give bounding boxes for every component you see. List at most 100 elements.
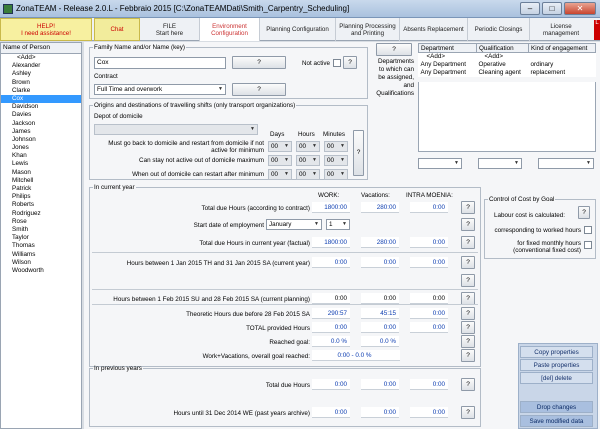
person-list-item[interactable]: Woodworth bbox=[1, 267, 81, 275]
engagement-select[interactable]: ▼ bbox=[538, 158, 594, 169]
travel-row1-hours[interactable]: 00 ▼ bbox=[296, 141, 320, 152]
total-due-intra[interactable]: 0:00 bbox=[410, 202, 448, 213]
provided-vacations[interactable]: 0:00 bbox=[361, 322, 399, 333]
between1-vacations[interactable]: 0:00 bbox=[361, 257, 399, 268]
person-list-item[interactable]: Clarke bbox=[1, 87, 81, 95]
theoretic-vacations[interactable]: 45:15 bbox=[361, 308, 399, 319]
not-active-help-button[interactable]: ? bbox=[343, 56, 357, 69]
department-row[interactable]: Any Department Cleaning agent replacement bbox=[419, 69, 596, 77]
person-list-item[interactable]: Ashley bbox=[1, 70, 81, 78]
tab-help[interactable]: HELP! I need assistance! bbox=[0, 18, 92, 41]
person-list-item[interactable]: Alexander bbox=[1, 62, 81, 70]
travel-row2-minutes[interactable]: 00 ▼ bbox=[324, 155, 348, 166]
prev-total-help-button[interactable]: ? bbox=[461, 378, 475, 391]
person-list-item[interactable]: Mitchell bbox=[1, 177, 81, 185]
provided-intra[interactable]: 0:00 bbox=[410, 322, 448, 333]
person-list-item[interactable]: Khan bbox=[1, 152, 81, 160]
tab-periodic-closings[interactable]: Periodic Closings bbox=[468, 18, 530, 41]
travel-row3-hours[interactable]: 00 ▼ bbox=[296, 169, 320, 180]
person-list-item[interactable]: Williams bbox=[1, 251, 81, 259]
travel-help-button[interactable]: ? bbox=[353, 130, 364, 176]
between1-help-button[interactable]: ? bbox=[461, 256, 475, 269]
person-list-item[interactable]: Patrick bbox=[1, 185, 81, 193]
contract-select[interactable]: Full Time and overwork ▼ bbox=[94, 84, 226, 95]
paste-properties-button[interactable]: Paste properties bbox=[520, 359, 593, 371]
close-button[interactable]: ✕ bbox=[564, 2, 596, 15]
total-due-help-button[interactable]: ? bbox=[461, 201, 475, 214]
theoretic-work[interactable]: 290:57 bbox=[312, 308, 350, 319]
department-row[interactable]: <Add> <Add> bbox=[419, 53, 596, 61]
person-list-item[interactable]: James bbox=[1, 128, 81, 136]
delete-button[interactable]: [del] delete bbox=[520, 372, 593, 384]
person-list-item[interactable]: Wilson bbox=[1, 259, 81, 267]
tab-absents-replacement[interactable]: Absents Replacement bbox=[400, 18, 468, 41]
person-list-item[interactable]: Thomas bbox=[1, 242, 81, 250]
person-list-item[interactable]: Mason bbox=[1, 169, 81, 177]
person-list-item[interactable]: Smith bbox=[1, 226, 81, 234]
prev-until-vacations[interactable]: 0:00 bbox=[361, 407, 399, 418]
departments-help-button[interactable]: ? bbox=[376, 43, 412, 56]
tab-environment-configuration[interactable]: Environment Configuration bbox=[200, 18, 260, 41]
contract-help-button[interactable]: ? bbox=[232, 83, 286, 96]
prev-until-help-button[interactable]: ? bbox=[461, 406, 475, 419]
depot-select[interactable]: ▼ bbox=[94, 124, 258, 135]
fixed-hours-checkbox[interactable] bbox=[584, 241, 592, 249]
total-factual-work[interactable]: 1800:00 bbox=[312, 237, 350, 248]
provided-help-button[interactable]: ? bbox=[461, 321, 475, 334]
department-row[interactable]: Any Department Operative ordinary bbox=[419, 61, 596, 69]
prev-until-intra[interactable]: 0:00 bbox=[410, 407, 448, 418]
maximize-button[interactable]: □ bbox=[542, 2, 562, 15]
travel-row1-minutes[interactable]: 00 ▼ bbox=[324, 141, 348, 152]
theoretic-help-button[interactable]: ? bbox=[461, 307, 475, 320]
person-list-item[interactable]: Rose bbox=[1, 218, 81, 226]
prev-total-work[interactable]: 0:00 bbox=[312, 379, 350, 390]
save-modified-data-button[interactable]: Save modified data bbox=[520, 415, 593, 427]
minimize-button[interactable]: – bbox=[520, 2, 540, 15]
start-day-select[interactable]: 1 ▼ bbox=[326, 219, 350, 230]
drop-changes-button[interactable]: Drop changes bbox=[520, 401, 593, 413]
goal-help-button[interactable]: ? bbox=[461, 335, 475, 348]
travel-row1-days[interactable]: 00 ▼ bbox=[268, 141, 292, 152]
between1-help-button-2[interactable]: ? bbox=[461, 274, 475, 287]
family-name-input[interactable]: Cox bbox=[94, 57, 226, 69]
total-due-work[interactable]: 1800:00 bbox=[312, 202, 350, 213]
tab-chat[interactable]: Chat bbox=[94, 18, 140, 41]
worked-hours-checkbox[interactable] bbox=[584, 226, 592, 234]
qualification-select[interactable]: ▼ bbox=[478, 158, 522, 169]
tab-file[interactable]: FILE Start here bbox=[140, 18, 200, 41]
person-list-item[interactable]: Davies bbox=[1, 111, 81, 119]
person-list-item[interactable]: Rodriguez bbox=[1, 210, 81, 218]
between2-intra[interactable]: 0:00 bbox=[410, 293, 448, 304]
tab-planning-processing[interactable]: Planning Processing and Printing bbox=[336, 18, 400, 41]
total-factual-help-button[interactable]: ? bbox=[461, 236, 475, 249]
tab-license-management[interactable]: License management bbox=[530, 18, 592, 41]
person-list-item[interactable]: Taylor bbox=[1, 234, 81, 242]
person-list-item[interactable]: Johnson bbox=[1, 136, 81, 144]
person-list-item[interactable]: <Add> bbox=[1, 54, 81, 62]
travel-row3-minutes[interactable]: 00 ▼ bbox=[324, 169, 348, 180]
prev-total-intra[interactable]: 0:00 bbox=[410, 379, 448, 390]
copy-properties-button[interactable]: Copy properties bbox=[520, 346, 593, 358]
total-factual-vacations[interactable]: 280:00 bbox=[361, 237, 399, 248]
between2-vacations[interactable]: 0:00 bbox=[361, 293, 399, 304]
overall-help-button[interactable]: ? bbox=[461, 349, 475, 362]
travel-row2-hours[interactable]: 00 ▼ bbox=[296, 155, 320, 166]
prev-until-work[interactable]: 0:00 bbox=[312, 407, 350, 418]
person-list-item[interactable]: Brown bbox=[1, 79, 81, 87]
person-list-item[interactable]: Lewis bbox=[1, 160, 81, 168]
tab-planning-configuration[interactable]: Planning Configuration bbox=[260, 18, 336, 41]
cost-help-button[interactable]: ? bbox=[578, 206, 590, 219]
not-active-checkbox[interactable] bbox=[333, 59, 341, 67]
person-list-item[interactable]: Jones bbox=[1, 144, 81, 152]
prev-total-vacations[interactable]: 0:00 bbox=[361, 379, 399, 390]
travel-row3-days[interactable]: 00 ▼ bbox=[268, 169, 292, 180]
start-month-select[interactable]: January ▼ bbox=[266, 219, 322, 230]
between1-intra[interactable]: 0:00 bbox=[410, 257, 448, 268]
travel-row2-days[interactable]: 00 ▼ bbox=[268, 155, 292, 166]
total-due-vacations[interactable]: 280:00 bbox=[361, 202, 399, 213]
between2-work[interactable]: 0:00 bbox=[312, 293, 350, 304]
start-date-help-button[interactable]: ? bbox=[461, 218, 475, 231]
provided-work[interactable]: 0:00 bbox=[312, 322, 350, 333]
department-select[interactable]: ▼ bbox=[418, 158, 462, 169]
person-list-item[interactable]: Jackson bbox=[1, 120, 81, 128]
